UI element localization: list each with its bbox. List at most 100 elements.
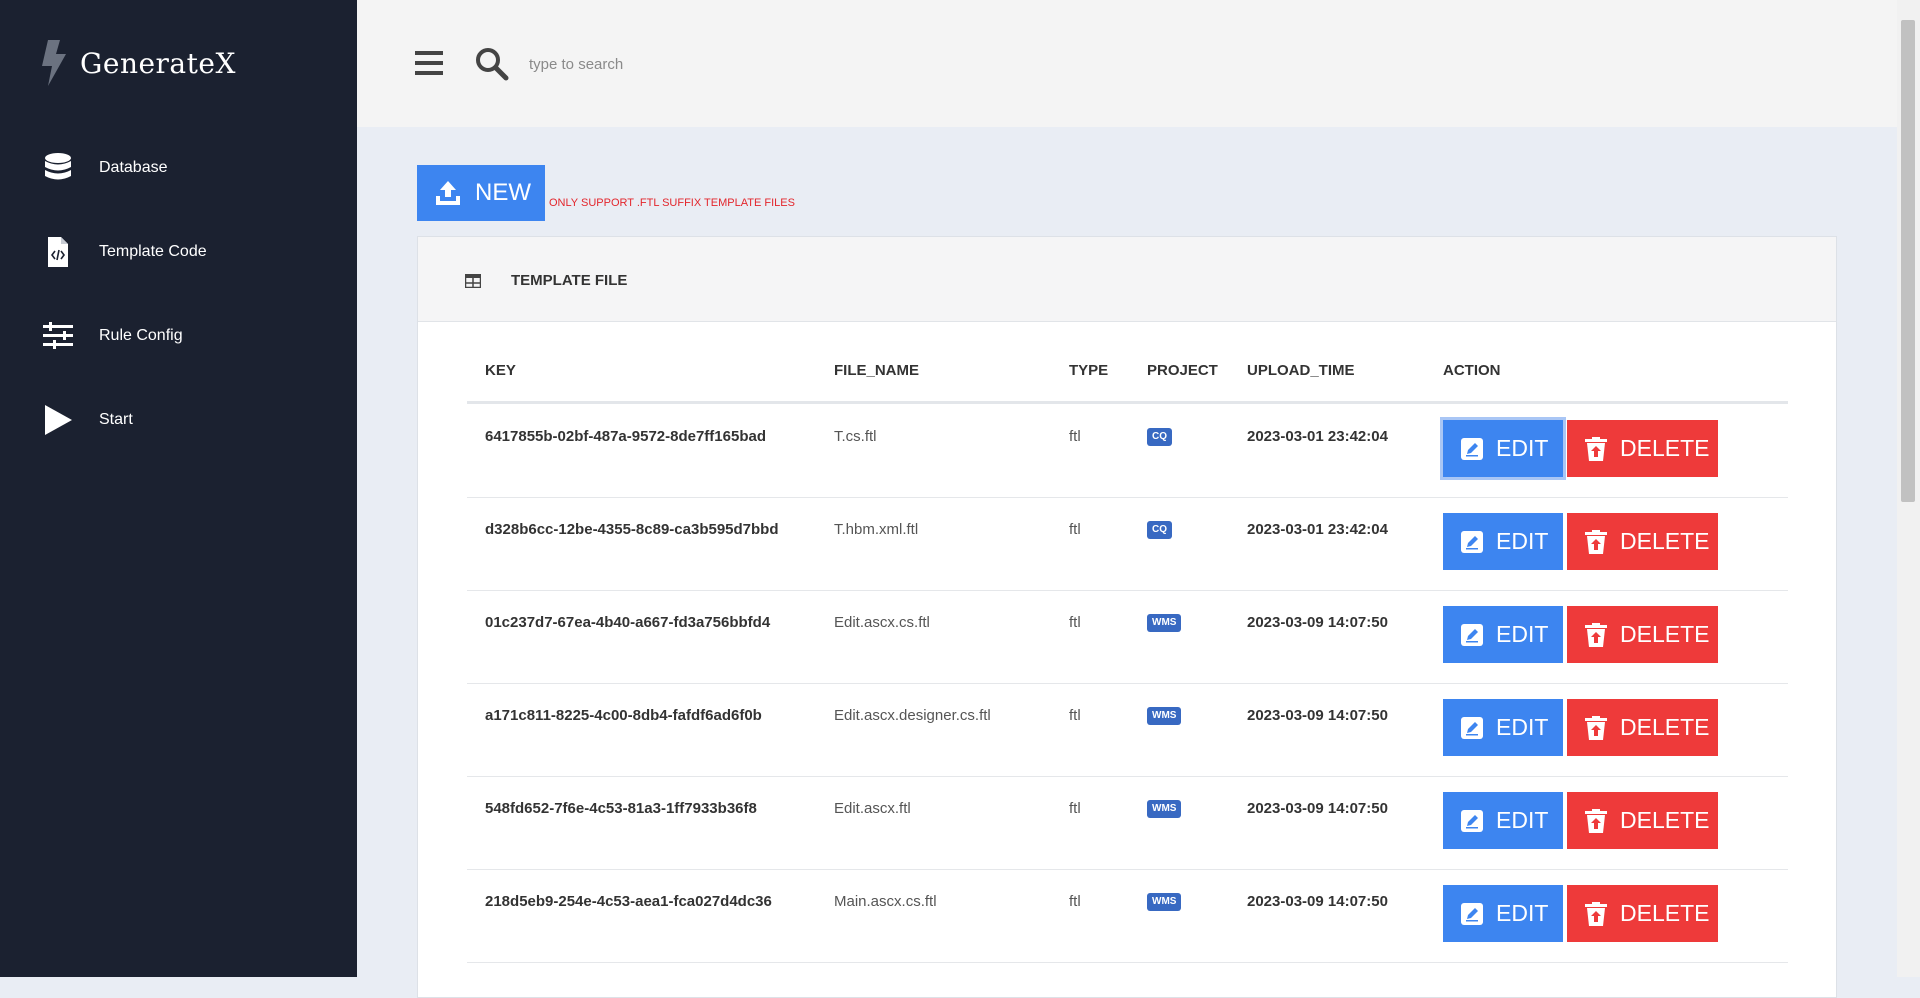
delete-button-label: DELETE [1620,621,1710,647]
edit-button[interactable]: EDIT [1443,513,1563,570]
table-row: 218d5eb9-254e-4c53-aea1-fca027d4dc36 Main… [467,869,1788,963]
trash-icon [1585,901,1607,926]
cell-file-name: Edit.ascx.ftl [834,800,911,817]
page-scrollbar[interactable] [1897,0,1920,977]
edit-button-label: EDIT [1496,528,1549,554]
search-icon[interactable] [475,47,509,81]
table-row: 548fd652-7f6e-4c53-81a3-1ff7933b36f8 Edit… [467,776,1788,870]
edit-button-label: EDIT [1496,807,1549,833]
project-badge: CQ [1147,521,1172,539]
table-row: 6417855b-02bf-487a-9572-8de7ff165bad T.cs… [467,404,1788,498]
cell-type: ftl [1069,428,1081,445]
trash-icon [1585,529,1607,554]
project-badge: WMS [1147,707,1182,725]
table-row: 01c237d7-67ea-4b40-a667-fd3a756bbfd4 Edit… [467,590,1788,684]
project-badge: WMS [1147,614,1182,632]
sidebar: GenerateX Database Template Code Rule Co… [0,0,357,977]
card-header: TEMPLATE FILE [418,237,1836,322]
card-title: TEMPLATE FILE [511,272,628,289]
cell-key: 6417855b-02bf-487a-9572-8de7ff165bad [485,428,766,445]
sliders-icon [43,322,73,349]
edit-icon [1461,530,1483,553]
delete-button-label: DELETE [1620,528,1710,554]
sidebar-item-rule-config[interactable]: Rule Config [42,320,183,352]
cell-upload-time: 2023-03-09 14:07:50 [1247,614,1388,631]
delete-button-label: DELETE [1620,807,1710,833]
cell-upload-time: 2023-03-09 14:07:50 [1247,800,1388,817]
cell-type: ftl [1069,800,1081,817]
edit-button[interactable]: EDIT [1443,792,1563,849]
edit-button[interactable]: EDIT [1443,420,1563,477]
edit-button[interactable]: EDIT [1443,699,1563,756]
delete-button[interactable]: DELETE [1567,420,1718,477]
sidebar-item-label: Rule Config [99,327,183,344]
edit-button[interactable]: EDIT [1443,606,1563,663]
delete-button[interactable]: DELETE [1567,699,1718,756]
cell-file-name: T.cs.ftl [834,428,877,445]
scrollbar-thumb[interactable] [1901,20,1915,502]
edit-button-label: EDIT [1496,435,1549,461]
cell-type: ftl [1069,614,1081,631]
column-header-upload-time: UPLOAD_TIME [1247,362,1355,379]
new-button[interactable]: NEW [417,165,545,221]
table-row: d328b6cc-12be-4355-8c89-ca3b595d7bbd T.hb… [467,497,1788,591]
edit-icon [1461,623,1483,646]
project-badge: WMS [1147,800,1182,818]
edit-button[interactable]: EDIT [1443,885,1563,942]
table-row: a171c811-8225-4c00-8db4-fafdf6ad6f0b Edit… [467,683,1788,777]
column-header-action: ACTION [1443,362,1501,379]
upload-icon [436,181,460,205]
cell-file-name: Edit.ascx.cs.ftl [834,614,930,631]
cell-key: d328b6cc-12be-4355-8c89-ca3b595d7bbd [485,521,779,538]
cell-file-name: Main.ascx.cs.ftl [834,893,937,910]
cell-key: 548fd652-7f6e-4c53-81a3-1ff7933b36f8 [485,800,757,817]
project-badge: WMS [1147,893,1182,911]
delete-button-label: DELETE [1620,435,1710,461]
cell-key: a171c811-8225-4c00-8db4-fafdf6ad6f0b [485,707,762,724]
sidebar-item-label: Database [99,159,168,176]
cell-type: ftl [1069,521,1081,538]
app-title: GenerateX [80,46,236,80]
sidebar-item-start[interactable]: Start [42,404,133,436]
cell-upload-time: 2023-03-09 14:07:50 [1247,707,1388,724]
upload-hint: ONLY SUPPORT .ftl SUFFIX TEMPLATE FILES [549,197,795,209]
trash-icon [1585,715,1607,740]
edit-icon [1461,902,1483,925]
cell-type: ftl [1069,893,1081,910]
delete-button-label: DELETE [1620,714,1710,740]
template-file-card: TEMPLATE FILE KEY FILE_NAME TYPE PROJECT… [417,236,1837,998]
sidebar-item-database[interactable]: Database [42,152,168,184]
hamburger-menu-icon[interactable] [415,50,443,76]
code-file-icon [48,237,68,267]
database-icon [45,153,71,180]
edit-button-label: EDIT [1496,900,1549,926]
edit-icon [1461,809,1483,832]
project-badge: CQ [1147,428,1172,446]
cell-key: 01c237d7-67ea-4b40-a667-fd3a756bbfd4 [485,614,771,631]
delete-button[interactable]: DELETE [1567,885,1718,942]
column-header-project: PROJECT [1147,362,1218,379]
delete-button[interactable]: DELETE [1567,513,1718,570]
table-icon [465,274,481,288]
delete-button[interactable]: DELETE [1567,792,1718,849]
edit-button-label: EDIT [1496,621,1549,647]
edit-button-label: EDIT [1496,714,1549,740]
edit-icon [1461,716,1483,739]
cell-upload-time: 2023-03-09 14:07:50 [1247,893,1388,910]
play-icon [45,405,72,435]
cell-type: ftl [1069,707,1081,724]
brand[interactable]: GenerateX [40,40,236,86]
cell-upload-time: 2023-03-01 23:42:04 [1247,428,1388,445]
new-button-label: NEW [475,179,531,206]
search-input[interactable] [527,48,831,80]
delete-button[interactable]: DELETE [1567,606,1718,663]
cell-upload-time: 2023-03-01 23:42:04 [1247,521,1388,538]
sidebar-item-template-code[interactable]: Template Code [42,236,207,268]
column-header-type: TYPE [1069,362,1109,379]
trash-icon [1585,808,1607,833]
delete-button-label: DELETE [1620,900,1710,926]
cell-file-name: Edit.ascx.designer.cs.ftl [834,707,991,724]
column-header-key: KEY [485,362,516,379]
top-bar [357,0,1897,127]
column-header-file-name: FILE_NAME [834,362,920,379]
